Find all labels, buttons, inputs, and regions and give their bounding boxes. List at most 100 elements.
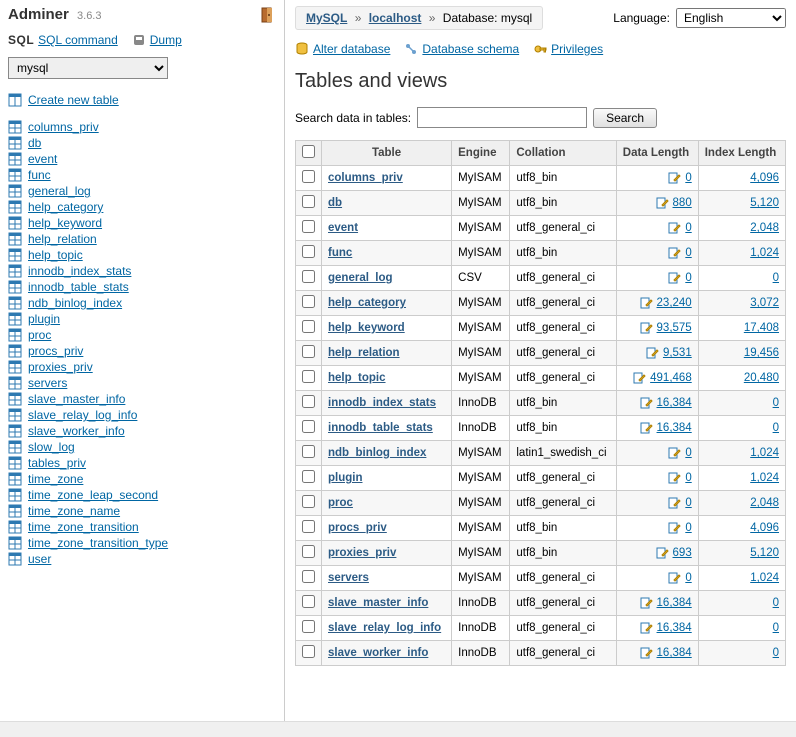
data-length-link[interactable]: 0 xyxy=(685,247,691,259)
data-length-link[interactable]: 0 xyxy=(685,447,691,459)
index-length-link[interactable]: 4,096 xyxy=(750,522,779,534)
row-checkbox[interactable] xyxy=(302,170,315,183)
sidebar-table-link[interactable]: procs_priv xyxy=(28,344,83,358)
select-all-checkbox[interactable] xyxy=(302,145,315,158)
search-button[interactable]: Search xyxy=(593,108,657,128)
row-checkbox[interactable] xyxy=(302,195,315,208)
horizontal-scrollbar[interactable] xyxy=(0,721,796,737)
data-length-link[interactable]: 0 xyxy=(685,497,691,509)
row-checkbox[interactable] xyxy=(302,470,315,483)
app-logo-link[interactable]: Adminer 3.6.3 xyxy=(8,6,101,23)
table-link[interactable]: ndb_binlog_index xyxy=(328,447,426,459)
table-link[interactable]: procs_priv xyxy=(328,522,387,534)
row-checkbox[interactable] xyxy=(302,545,315,558)
table-link[interactable]: slave_worker_info xyxy=(328,647,428,659)
data-length-link[interactable]: 0 xyxy=(685,522,691,534)
breadcrumb-host[interactable]: localhost xyxy=(369,11,422,25)
breadcrumb-mysql[interactable]: MySQL xyxy=(306,11,347,25)
table-link[interactable]: db xyxy=(328,197,342,209)
sidebar-table-link[interactable]: columns_priv xyxy=(28,120,99,134)
language-select[interactable]: English xyxy=(676,8,786,28)
index-length-link[interactable]: 1,024 xyxy=(750,472,779,484)
sidebar-table-link[interactable]: help_relation xyxy=(28,232,97,246)
sidebar-table-link[interactable]: db xyxy=(28,136,41,150)
index-length-link[interactable]: 19,456 xyxy=(744,347,779,359)
index-length-link[interactable]: 1,024 xyxy=(750,572,779,584)
table-link[interactable]: slave_master_info xyxy=(328,597,428,609)
sidebar-table-link[interactable]: tables_priv xyxy=(28,456,86,470)
index-length-link[interactable]: 20,480 xyxy=(744,372,779,384)
table-link[interactable]: general_log xyxy=(328,272,393,284)
table-link[interactable]: proc xyxy=(328,497,353,509)
table-link[interactable]: event xyxy=(328,222,358,234)
table-link[interactable]: help_topic xyxy=(328,372,386,384)
index-length-link[interactable]: 1,024 xyxy=(750,447,779,459)
row-checkbox[interactable] xyxy=(302,395,315,408)
data-length-link[interactable]: 0 xyxy=(685,272,691,284)
index-length-link[interactable]: 0 xyxy=(773,422,779,434)
alter-database-link[interactable]: Alter database xyxy=(313,42,390,56)
table-link[interactable]: func xyxy=(328,247,352,259)
row-checkbox[interactable] xyxy=(302,245,315,258)
data-length-link[interactable]: 16,384 xyxy=(657,397,692,409)
data-length-link[interactable]: 491,468 xyxy=(650,372,692,384)
sql-command-link[interactable]: SQL command xyxy=(38,33,118,47)
index-length-link[interactable]: 5,120 xyxy=(750,197,779,209)
data-length-link[interactable]: 0 xyxy=(685,172,691,184)
row-checkbox[interactable] xyxy=(302,445,315,458)
row-checkbox[interactable] xyxy=(302,645,315,658)
sidebar-table-link[interactable]: help_category xyxy=(28,200,103,214)
sidebar-table-link[interactable]: time_zone_transition xyxy=(28,520,139,534)
sidebar-table-link[interactable]: innodb_index_stats xyxy=(28,264,131,278)
row-checkbox[interactable] xyxy=(302,295,315,308)
row-checkbox[interactable] xyxy=(302,570,315,583)
table-link[interactable]: plugin xyxy=(328,472,363,484)
dump-link[interactable]: Dump xyxy=(150,33,182,47)
privileges-link[interactable]: Privileges xyxy=(551,42,603,56)
table-link[interactable]: innodb_index_stats xyxy=(328,397,436,409)
table-link[interactable]: slave_relay_log_info xyxy=(328,622,441,634)
row-checkbox[interactable] xyxy=(302,420,315,433)
create-table-link[interactable]: Create new table xyxy=(28,93,119,107)
row-checkbox[interactable] xyxy=(302,220,315,233)
sidebar-table-link[interactable]: slow_log xyxy=(28,440,75,454)
sidebar-table-link[interactable]: proc xyxy=(28,328,51,342)
table-link[interactable]: help_category xyxy=(328,297,406,309)
data-length-link[interactable]: 16,384 xyxy=(657,597,692,609)
index-length-link[interactable]: 3,072 xyxy=(750,297,779,309)
table-link[interactable]: help_relation xyxy=(328,347,400,359)
sidebar-table-link[interactable]: help_keyword xyxy=(28,216,102,230)
database-schema-link[interactable]: Database schema xyxy=(422,42,519,56)
index-length-link[interactable]: 2,048 xyxy=(750,222,779,234)
sidebar-table-link[interactable]: slave_master_info xyxy=(28,392,125,406)
data-length-link[interactable]: 23,240 xyxy=(657,297,692,309)
sidebar-table-link[interactable]: plugin xyxy=(28,312,60,326)
table-link[interactable]: columns_priv xyxy=(328,172,403,184)
index-length-link[interactable]: 0 xyxy=(773,622,779,634)
data-length-link[interactable]: 0 xyxy=(685,472,691,484)
sidebar-table-link[interactable]: event xyxy=(28,152,57,166)
index-length-link[interactable]: 2,048 xyxy=(750,497,779,509)
index-length-link[interactable]: 0 xyxy=(773,397,779,409)
row-checkbox[interactable] xyxy=(302,520,315,533)
data-length-link[interactable]: 16,384 xyxy=(657,422,692,434)
sidebar-table-link[interactable]: ndb_binlog_index xyxy=(28,296,122,310)
sidebar-table-link[interactable]: user xyxy=(28,552,51,566)
table-link[interactable]: innodb_table_stats xyxy=(328,422,433,434)
sidebar-table-link[interactable]: innodb_table_stats xyxy=(28,280,129,294)
sidebar-table-link[interactable]: general_log xyxy=(28,184,91,198)
row-checkbox[interactable] xyxy=(302,345,315,358)
database-select[interactable]: mysql xyxy=(8,57,168,79)
row-checkbox[interactable] xyxy=(302,320,315,333)
sidebar-table-link[interactable]: slave_worker_info xyxy=(28,424,125,438)
table-link[interactable]: proxies_priv xyxy=(328,547,396,559)
data-length-link[interactable]: 0 xyxy=(685,222,691,234)
index-length-link[interactable]: 1,024 xyxy=(750,247,779,259)
data-length-link[interactable]: 693 xyxy=(673,547,692,559)
row-checkbox[interactable] xyxy=(302,495,315,508)
sidebar-table-link[interactable]: time_zone_leap_second xyxy=(28,488,158,502)
index-length-link[interactable]: 0 xyxy=(773,597,779,609)
row-checkbox[interactable] xyxy=(302,270,315,283)
data-length-link[interactable]: 880 xyxy=(673,197,692,209)
sidebar-table-link[interactable]: time_zone_transition_type xyxy=(28,536,168,550)
